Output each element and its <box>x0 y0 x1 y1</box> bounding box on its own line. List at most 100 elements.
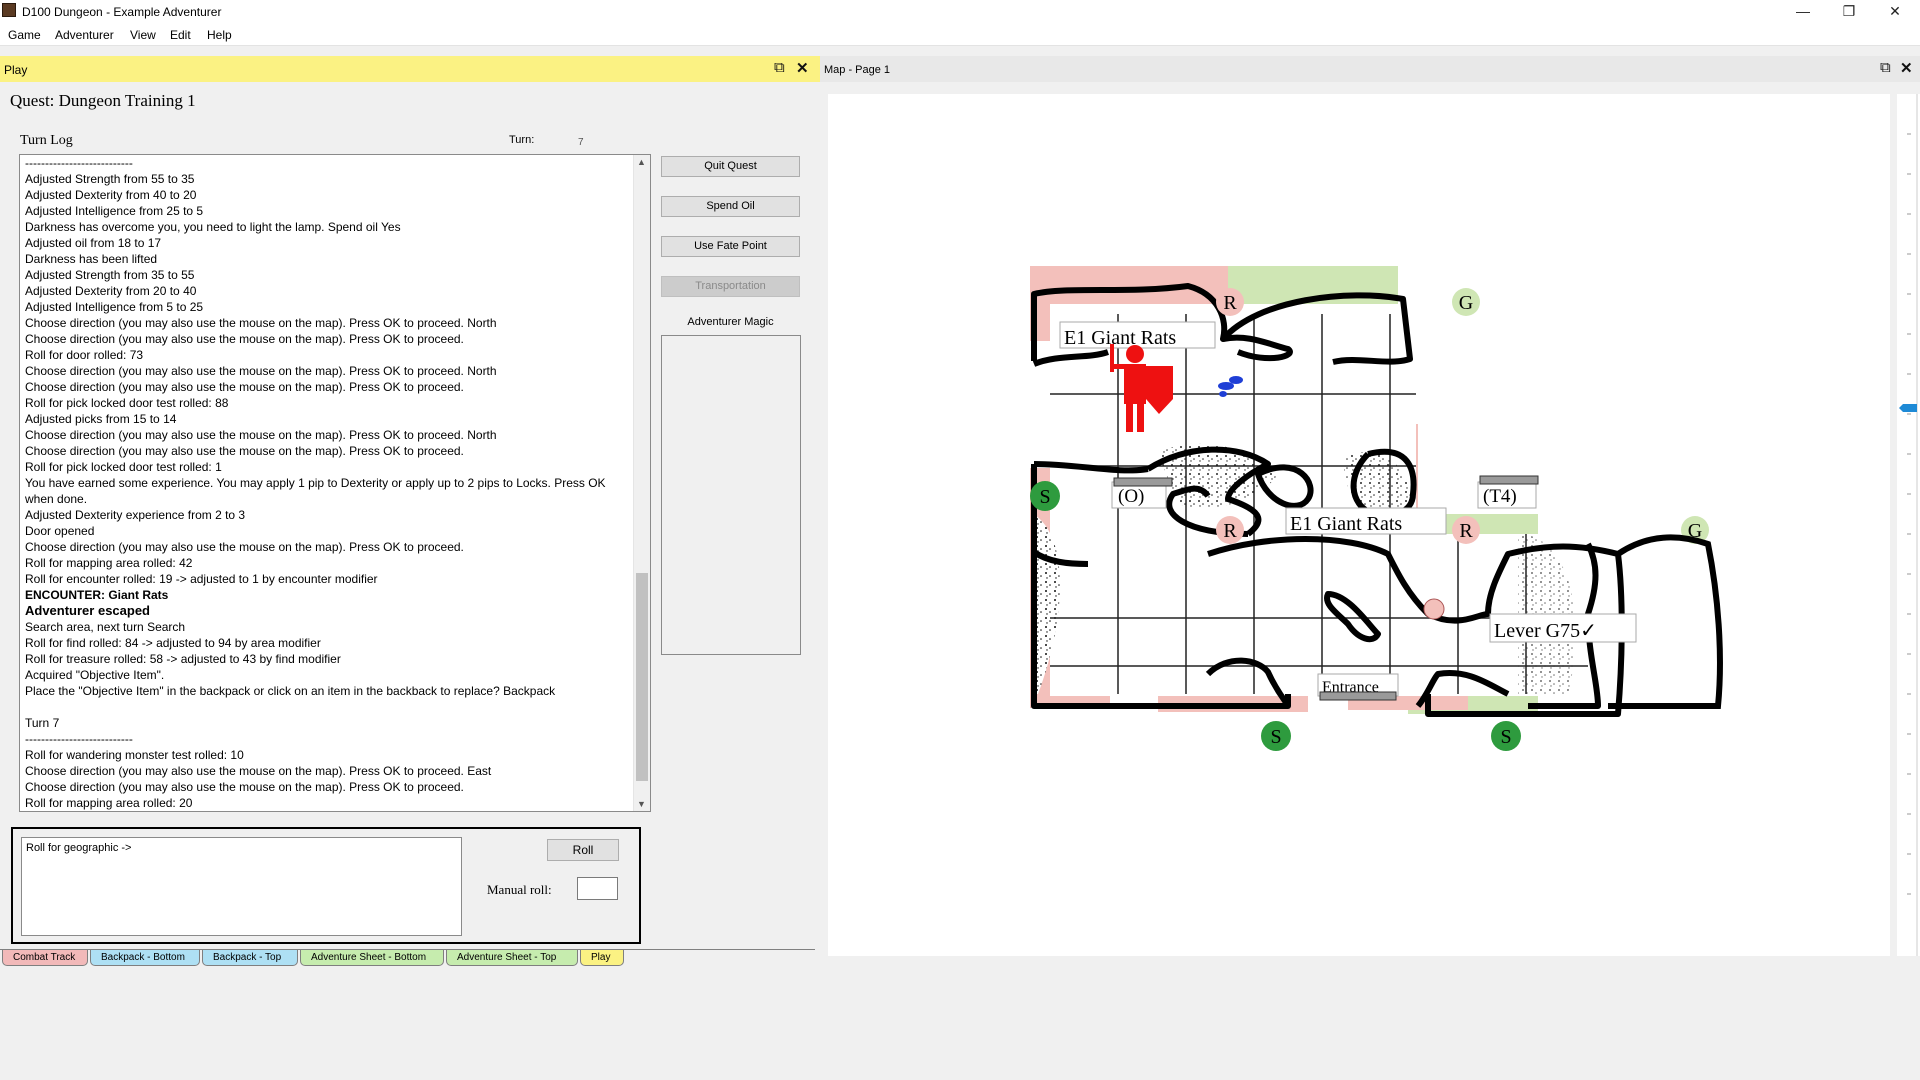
log-line: Adventurer escaped <box>25 603 150 618</box>
log-line: Place the "Objective Item" in the backpa… <box>25 684 556 698</box>
tab-adventure-sheet-top[interactable]: Adventure Sheet - Top <box>446 950 578 966</box>
log-line: Roll for pick locked door test rolled: 8… <box>25 396 229 410</box>
log-line: Adjusted Dexterity from 20 to 40 <box>25 284 197 298</box>
room-label-e1-top: E1 Giant Rats <box>1064 327 1176 349</box>
log-line: Acquired "Objective Item". <box>25 668 165 682</box>
transportation-button[interactable]: Transportation <box>661 276 800 297</box>
log-line: Roll for find rolled: 84 -> adjusted to … <box>25 636 321 650</box>
zoom-slider-thumb <box>1899 404 1917 412</box>
scroll-down-icon[interactable]: ▼ <box>637 799 646 809</box>
use-fate-point-button[interactable]: Use Fate Point <box>661 236 800 257</box>
marker-s-label: S <box>1500 726 1511 748</box>
map-vertical-scrollbar[interactable] <box>1897 94 1920 956</box>
log-line: Search area, next turn Search <box>25 620 186 634</box>
menu-game[interactable]: Game <box>8 28 41 42</box>
room-label-t4: (T4) <box>1483 486 1517 507</box>
tab-play[interactable]: Play <box>580 950 624 966</box>
play-panel-title: Play <box>4 63 28 77</box>
marker-r-label: R <box>1459 520 1473 542</box>
map-panel: Map - Page 1 ⧉ ✕ E1 Giant Rats E1 Giant … <box>820 56 1920 966</box>
roll-button[interactable]: Roll <box>547 839 619 861</box>
play-panel: Play ⧉ ✕ Quest: Dungeon Training 1 Turn … <box>0 56 820 966</box>
marker-s-label: S <box>1039 486 1050 508</box>
log-line: Darkness has been lifted <box>25 252 158 266</box>
log-line: Adjusted picks from 15 to 14 <box>25 412 177 426</box>
turn-value: 7 <box>578 137 584 148</box>
manual-roll-input[interactable] <box>577 877 618 900</box>
turn-log-lines: --------------------------- Adjusted Stre… <box>25 155 630 811</box>
marker-r-label: R <box>1223 292 1237 314</box>
close-icon[interactable]: ✕ <box>1872 0 1918 24</box>
map-panel-header: Map - Page 1 ⧉ ✕ <box>820 56 1920 82</box>
room-label-o: (O) <box>1118 486 1144 507</box>
log-line: Choose direction (you may also use the m… <box>25 316 497 330</box>
spend-oil-button[interactable]: Spend Oil <box>661 196 800 217</box>
marker-g-label: G <box>1459 292 1473 314</box>
menu-edit[interactable]: Edit <box>170 28 191 42</box>
tab-adventure-sheet-bottom[interactable]: Adventure Sheet - Bottom <box>300 950 444 966</box>
minimize-icon[interactable]: — <box>1780 0 1826 24</box>
log-line: Adjusted Strength from 35 to 55 <box>25 268 195 282</box>
turn-log-scrollbar[interactable]: ▲ ▼ <box>633 155 650 811</box>
log-line: Choose direction (you may also use the m… <box>25 332 464 346</box>
play-panel-header: Play ⧉ ✕ <box>0 56 820 82</box>
roll-prompt: Roll for geographic -> <box>21 837 462 936</box>
log-line: You have earned some experience. You may… <box>25 476 606 506</box>
log-line: Roll for mapping area rolled: 20 <box>25 796 193 810</box>
trap-icon <box>1423 598 1445 620</box>
log-line: Roll for wandering monster test rolled: … <box>25 748 244 762</box>
close-panel-icon[interactable]: ✕ <box>1900 59 1913 77</box>
app-icon <box>2 3 16 17</box>
manual-roll-label: Manual roll: <box>487 882 552 897</box>
float-panel-icon[interactable]: ⧉ <box>774 59 785 76</box>
map-panel-title: Map - Page 1 <box>824 64 891 76</box>
scroll-thumb[interactable] <box>636 573 648 781</box>
turn-label: Turn: <box>509 134 535 146</box>
log-line: Adjusted Dexterity from 40 to 20 <box>25 188 197 202</box>
log-line: --------------------------- <box>25 732 133 746</box>
log-line: Roll for door rolled: 73 <box>25 348 144 362</box>
log-line: Adjusted oil from 18 to 17 <box>25 236 162 250</box>
log-line: Choose direction (you may also use the m… <box>25 364 497 378</box>
log-line: Choose direction (you may also use the m… <box>25 780 464 794</box>
log-line: Darkness has overcome you, you need to l… <box>25 220 401 234</box>
log-line: Choose direction (you may also use the m… <box>25 428 497 442</box>
log-line: Roll for pick locked door test rolled: 1 <box>25 460 222 474</box>
log-line: Adjusted Intelligence from 25 to 5 <box>25 204 204 218</box>
log-line: Choose direction (you may also use the m… <box>25 540 464 554</box>
log-line: Turn 7 <box>25 716 60 730</box>
close-panel-icon[interactable]: ✕ <box>796 59 809 77</box>
dungeon-map[interactable]: E1 Giant Rats E1 Giant Rats (O) (T4) Lev… <box>828 94 1890 956</box>
log-line: Adjusted Strength from 55 to 35 <box>25 172 195 186</box>
turn-log[interactable]: --------------------------- Adjusted Stre… <box>19 154 651 812</box>
tab-backpack-top[interactable]: Backpack - Top <box>202 950 298 966</box>
log-line: --------------------------- <box>25 156 133 170</box>
menu-adventurer[interactable]: Adventurer <box>55 28 114 42</box>
menu-help[interactable]: Help <box>207 28 232 42</box>
float-panel-icon[interactable]: ⧉ <box>1880 59 1891 76</box>
room-label-e1-mid: E1 Giant Rats <box>1290 513 1402 535</box>
marker-s-label: S <box>1270 726 1281 748</box>
room-label-lever: Lever G75✓ <box>1494 620 1597 642</box>
roll-area: Roll for geographic -> Roll Manual roll: <box>11 827 641 944</box>
log-line: Choose direction (you may also use the m… <box>25 444 464 458</box>
log-line: ENCOUNTER: Giant Rats <box>25 588 169 602</box>
tab-combat-track[interactable]: Combat Track <box>2 950 88 966</box>
log-line: Choose direction (you may also use the m… <box>25 764 492 778</box>
log-line: Door opened <box>25 524 95 538</box>
log-line: Roll for mapping area rolled: 42 <box>25 556 193 570</box>
window-title: D100 Dungeon - Example Adventurer <box>22 5 222 19</box>
restore-icon[interactable]: ❐ <box>1826 0 1872 24</box>
adventurer-magic-list[interactable] <box>661 335 801 655</box>
quest-title: Quest: Dungeon Training 1 <box>10 91 196 110</box>
scroll-up-icon[interactable]: ▲ <box>637 157 646 167</box>
log-line: Adjusted Intelligence from 5 to 25 <box>25 300 204 314</box>
title-bar: D100 Dungeon - Example Adventurer — ❐ ✕ <box>0 0 1920 24</box>
quit-quest-button[interactable]: Quit Quest <box>661 156 800 177</box>
log-line: Roll for treasure rolled: 58 -> adjusted… <box>25 652 341 666</box>
menu-view[interactable]: View <box>130 28 156 42</box>
tab-backpack-bottom[interactable]: Backpack - Bottom <box>90 950 200 966</box>
marker-r-label: R <box>1223 520 1237 542</box>
log-line: Choose direction (you may also use the m… <box>25 380 464 394</box>
